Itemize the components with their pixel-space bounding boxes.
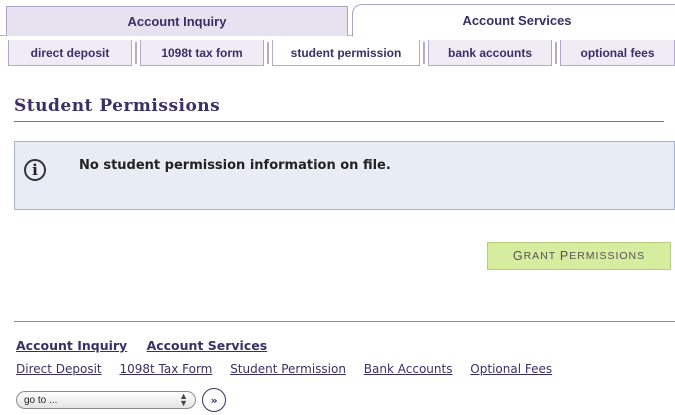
footer-link-student-permission[interactable]: Student Permission: [230, 362, 346, 376]
goto-select-value: go to ...: [24, 394, 58, 406]
grant-label-rest2: ERMISSIONS: [569, 250, 646, 262]
footer-link-direct-deposit[interactable]: Direct Deposit: [16, 362, 102, 376]
footer-links: Direct Deposit 1098t Tax Form Student Pe…: [16, 362, 566, 376]
subtab-label: 1098t tax form: [161, 45, 243, 60]
footer-link-account-services[interactable]: Account Services: [147, 338, 268, 353]
footer-link-bank-accounts[interactable]: Bank Accounts: [364, 362, 453, 376]
footer-divider: [14, 321, 675, 322]
tab-account-inquiry[interactable]: Account Inquiry: [6, 6, 348, 36]
double-chevron-right-icon: »: [210, 393, 218, 407]
subtab-direct-deposit[interactable]: direct deposit: [8, 40, 137, 66]
subtab-1098t-tax-form[interactable]: 1098t tax form: [140, 40, 269, 66]
subtab-label: bank accounts: [447, 45, 533, 60]
footer-link-account-inquiry[interactable]: Account Inquiry: [16, 338, 127, 353]
info-message-box: i No student permission information on f…: [14, 141, 675, 210]
sub-tab-bar: direct deposit 1098t tax form student pe…: [0, 38, 675, 68]
goto-select[interactable]: go to ... ▲ ▼: [16, 391, 196, 409]
grant-label-cap1: G: [512, 249, 524, 263]
grant-label-cap2: P: [559, 249, 570, 263]
info-message: No student permission information on fil…: [79, 158, 391, 173]
subtab-separator: [267, 42, 269, 64]
subtab-separator: [555, 42, 557, 64]
subtab-optional-fees[interactable]: optional fees: [560, 40, 675, 66]
subtab-bank-accounts[interactable]: bank accounts: [428, 40, 557, 66]
subtab-label: direct deposit: [30, 45, 110, 60]
grant-label-rest1: RANT: [523, 250, 560, 262]
subtab-separator: [423, 42, 425, 64]
go-button[interactable]: »: [202, 388, 226, 412]
footer-link-1098t-tax-form[interactable]: 1098t Tax Form: [119, 362, 212, 376]
info-circle-icon: i: [24, 159, 46, 181]
subtab-separator: [135, 42, 137, 64]
select-arrows-icon: ▲ ▼: [179, 391, 188, 408]
footer-link-optional-fees[interactable]: Optional Fees: [470, 362, 552, 376]
main-tab-bar: Account Inquiry Account Services: [0, 0, 675, 37]
subtab-label: student permission: [290, 45, 402, 60]
title-divider: [14, 121, 664, 122]
subtab-label: optional fees: [580, 45, 655, 60]
tab-account-services[interactable]: Account Services: [352, 4, 675, 37]
footer-nav: Account Inquiry Account Services: [16, 338, 282, 353]
grant-permissions-button[interactable]: G RANT P ERMISSIONS: [487, 242, 671, 270]
subtab-student-permission[interactable]: student permission: [272, 40, 425, 66]
page-title: Student Permissions: [14, 96, 221, 116]
